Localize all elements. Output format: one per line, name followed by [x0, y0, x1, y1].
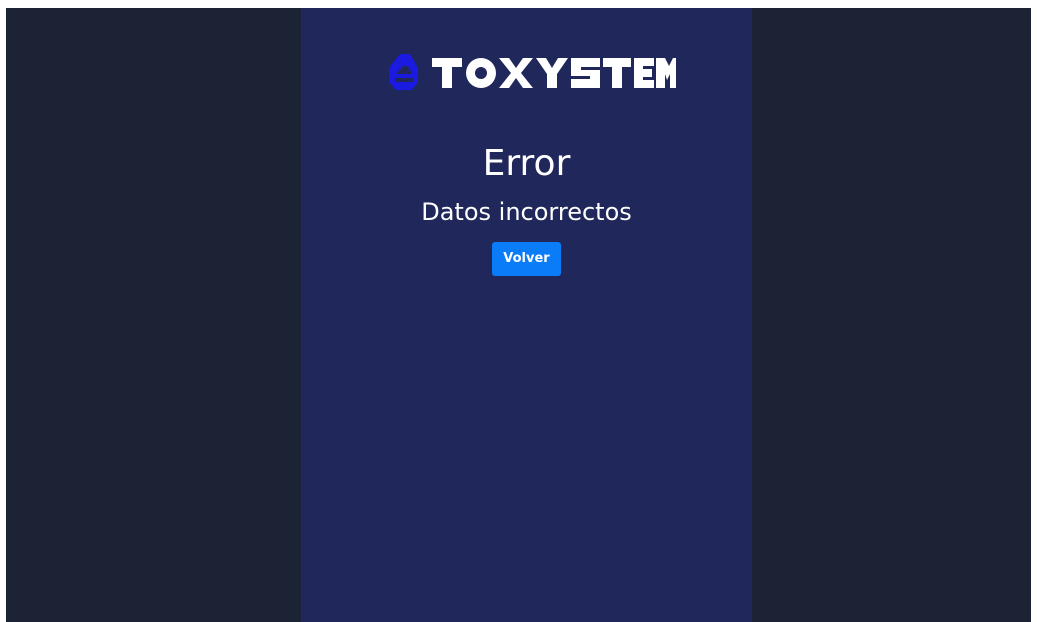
toxystem-logo-icon — [389, 54, 676, 90]
error-message: Datos incorrectos — [421, 198, 632, 226]
back-button[interactable]: Volver — [492, 242, 561, 276]
page-background: Error Datos incorrectos Volver — [6, 8, 1031, 622]
error-panel: Error Datos incorrectos Volver — [301, 8, 752, 622]
error-title: Error — [482, 143, 571, 184]
brand-logo — [386, 52, 676, 94]
